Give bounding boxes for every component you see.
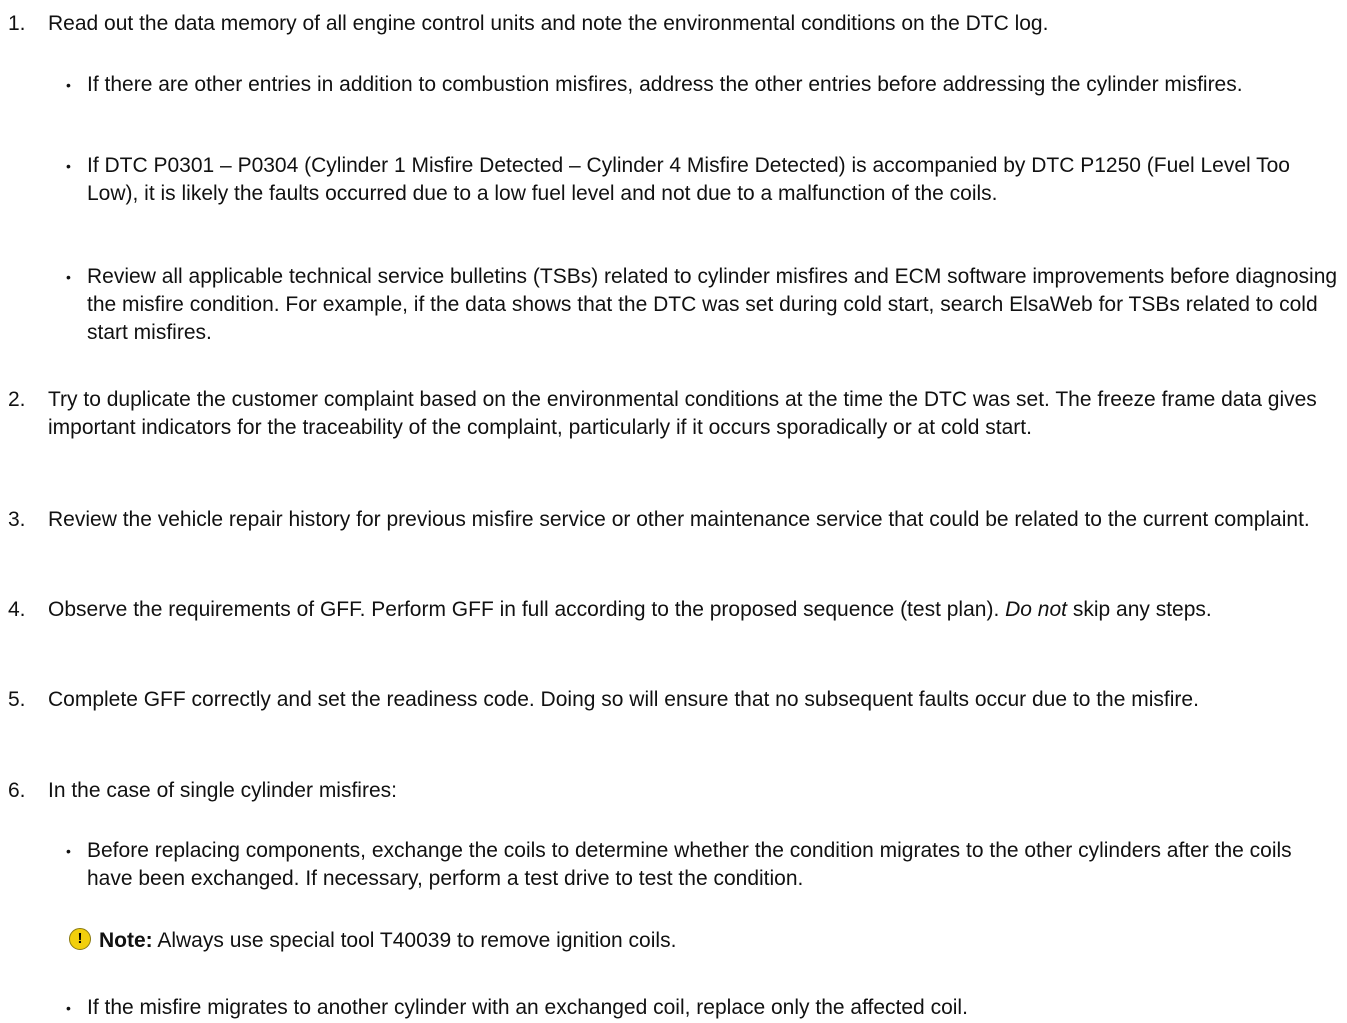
bullet-glyph: • [66,269,71,285]
bullet-glyph: • [66,158,71,174]
bullet-glyph: • [66,843,71,859]
step-number: 4. [8,598,26,621]
step-text: Observe the requirements of GFF. Perform… [48,596,1338,624]
bullet-text: Review all applicable technical service … [87,265,1338,344]
bullet-item: • Before replacing components, exchange … [66,837,1338,893]
bullet-text: If DTC P0301 – P0304 (Cylinder 1 Misfire… [87,154,1290,205]
step-text-emphasis: Do not [1005,598,1067,621]
step-text: Try to duplicate the customer complaint … [48,388,1317,439]
step-number: 1. [8,12,26,35]
step-text: Complete GFF correctly and set the readi… [48,688,1199,711]
bullet-text: If there are other entries in addition t… [87,73,1243,96]
note-label: Note: [99,929,153,952]
step-number: 6. [8,779,26,802]
step-4: 4. Observe the requirements of GFF. Perf… [8,596,1338,624]
step-number: 2. [8,388,26,411]
step-text: In the case of single cylinder misfires: [48,779,397,802]
bullet-item: • If there are other entries in addition… [66,71,1338,99]
bullet-item: • Review all applicable technical servic… [66,263,1338,347]
step-text: Read out the data memory of all engine c… [48,12,1049,35]
step-1: 1. Read out the data memory of all engin… [8,10,1338,38]
step-3: 3. Review the vehicle repair history for… [8,506,1338,534]
bullet-glyph: • [66,1000,71,1016]
note-text: Note: Always use special tool T40039 to … [99,927,676,955]
warning-icon: ! [69,928,91,950]
note-body: Always use special tool T40039 to remove… [152,929,677,952]
step-6: 6. In the case of single cylinder misfir… [8,777,1338,805]
note-callout: ! Note: Always use special tool T40039 t… [69,927,1269,957]
step-number: 3. [8,508,26,531]
bullet-glyph: • [66,77,71,93]
bullet-text: If the misfire migrates to another cylin… [87,996,968,1019]
step-number: 5. [8,688,26,711]
bullet-item: • If DTC P0301 – P0304 (Cylinder 1 Misfi… [66,152,1338,208]
step-2: 2. Try to duplicate the customer complai… [8,386,1338,442]
step-text-part: Observe the requirements of GFF. Perform… [48,598,1006,621]
step-text-part: skip any steps. [1067,598,1212,621]
bullet-text: Before replacing components, exchange th… [87,839,1292,890]
step-5: 5. Complete GFF correctly and set the re… [8,686,1338,714]
bullet-item: • If the misfire migrates to another cyl… [66,994,1338,1022]
step-text: Review the vehicle repair history for pr… [48,508,1310,531]
